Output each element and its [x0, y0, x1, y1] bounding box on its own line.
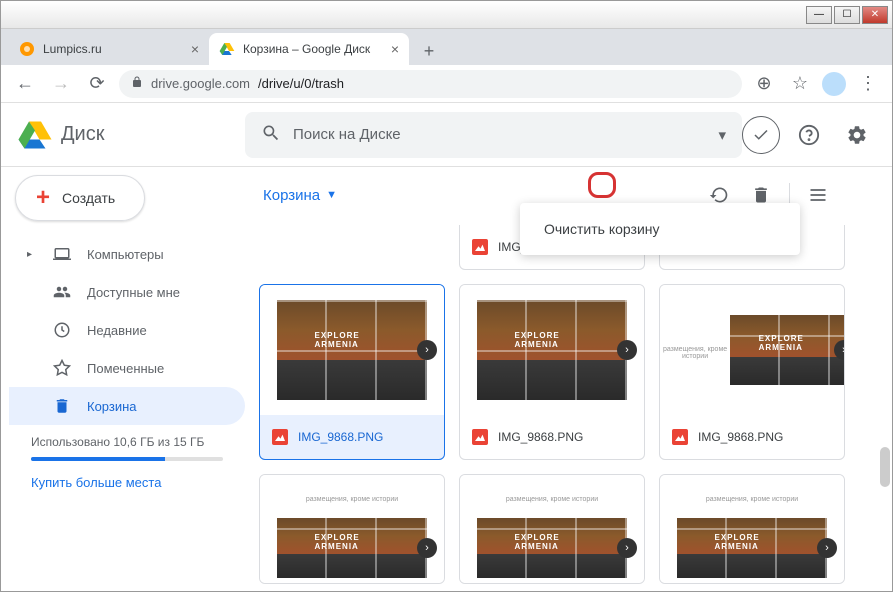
file-thumbnail: размещения, кроме истории EXPLORE ARMENI…	[460, 475, 644, 584]
info-icon[interactable]	[842, 177, 878, 213]
tab-bar: Lumpics.ru × Корзина – Google Диск × +	[1, 29, 892, 65]
window-titlebar: — ☐ ✕	[1, 1, 892, 29]
url-input[interactable]: drive.google.com/drive/u/0/trash	[119, 70, 742, 98]
list-view-icon[interactable]	[800, 177, 836, 213]
file-item[interactable]: размещения, кроме истории EXPLORE ARMENI…	[259, 474, 445, 584]
file-thumbnail: EXPLORE ARMENIA›	[460, 285, 644, 415]
computer-icon	[53, 245, 71, 263]
app-name: Диск	[61, 123, 104, 146]
sidebar: + Создать ▸ Компьютеры ▸ Доступные мне ▸…	[1, 167, 245, 591]
create-label: Создать	[62, 190, 115, 206]
nav-label: Доступные мне	[87, 285, 180, 300]
url-domain: drive.google.com	[151, 76, 250, 91]
file-item[interactable]: размещения, кроме истории EXPLORE ARMENI…	[659, 284, 845, 460]
minimize-button[interactable]: —	[806, 6, 832, 24]
scrollbar[interactable]	[880, 447, 890, 487]
close-icon[interactable]: ×	[391, 41, 399, 57]
main-content: Корзина ▼	[245, 167, 892, 591]
sidebar-item-recent[interactable]: ▸ Недавние	[9, 311, 245, 349]
window-close-button[interactable]: ✕	[862, 6, 888, 24]
plus-icon: +	[36, 184, 50, 212]
search-icon	[261, 123, 281, 147]
ready-icon[interactable]	[742, 116, 780, 154]
nav-label: Компьютеры	[87, 247, 164, 262]
storage-section: Использовано 10,6 ГБ из 15 ГБ Купить бол…	[9, 425, 245, 500]
file-name: IMG_9868.PNG	[698, 430, 783, 444]
trash-dropdown[interactable]: Корзина ▼	[259, 183, 347, 208]
file-grid: IMG_9868.PNG IMG_9868.PNG EXPLORE ARMEN	[259, 225, 878, 584]
drive-logo[interactable]: Диск	[17, 117, 245, 153]
image-icon	[272, 429, 288, 445]
file-item[interactable]: размещения, кроме истории EXPLORE ARMENI…	[459, 474, 645, 584]
tab-title: Корзина – Google Диск	[243, 42, 370, 56]
storage-bar	[31, 457, 223, 461]
file-item[interactable]: EXPLORE ARMENIA› IMG_9868.PNG	[259, 284, 445, 460]
new-tab-button[interactable]: +	[415, 37, 443, 65]
forward-button[interactable]: →	[47, 70, 75, 98]
chevron-down-icon: ▼	[326, 189, 337, 201]
sidebar-item-computers[interactable]: ▸ Компьютеры	[9, 235, 245, 273]
favicon-lumpics	[19, 41, 35, 57]
browser-window: — ☐ ✕ Lumpics.ru × Корзина – Google Диск…	[0, 0, 893, 592]
reload-button[interactable]: ⟳	[83, 70, 111, 98]
profile-avatar[interactable]	[822, 72, 846, 96]
file-thumbnail: EXPLORE ARMENIA›	[260, 285, 444, 415]
storage-text: Использовано 10,6 ГБ из 15 ГБ	[31, 435, 223, 449]
sidebar-item-shared[interactable]: ▸ Доступные мне	[9, 273, 245, 311]
back-button[interactable]: ←	[11, 70, 39, 98]
file-thumbnail: размещения, кроме истории EXPLORE ARMENI…	[660, 285, 844, 415]
buy-storage-link[interactable]: Купить больше места	[31, 475, 223, 490]
maximize-button[interactable]: ☐	[834, 6, 860, 24]
tab-drive[interactable]: Корзина – Google Диск ×	[209, 33, 409, 65]
address-bar: ← → ⟳ drive.google.com/drive/u/0/trash ⊕…	[1, 65, 892, 103]
favicon-drive	[219, 41, 235, 57]
trash-icon	[53, 397, 71, 415]
sidebar-item-starred[interactable]: ▸ Помеченные	[9, 349, 245, 387]
lock-icon	[131, 76, 143, 91]
help-icon[interactable]	[790, 116, 828, 154]
image-icon	[472, 239, 488, 255]
tab-lumpics[interactable]: Lumpics.ru ×	[9, 33, 209, 65]
star-icon	[53, 359, 71, 377]
nav-label: Корзина	[87, 399, 137, 414]
url-path: /drive/u/0/trash	[258, 76, 344, 91]
create-button[interactable]: + Создать	[15, 175, 145, 221]
file-thumbnail: размещения, кроме истории EXPLORE ARMENI…	[260, 475, 444, 584]
shared-icon	[53, 283, 71, 301]
file-item[interactable]: EXPLORE ARMENIA› IMG_9868.PNG	[459, 284, 645, 460]
trash-menu: Очистить корзину	[520, 203, 800, 255]
file-name: IMG_9868.PNG	[498, 430, 583, 444]
file-item[interactable]: размещения, кроме истории EXPLORE ARMENI…	[659, 474, 845, 584]
image-icon	[472, 429, 488, 445]
close-icon[interactable]: ×	[191, 41, 199, 57]
star-icon[interactable]: ☆	[786, 70, 814, 98]
gear-icon[interactable]	[838, 116, 876, 154]
zoom-icon[interactable]: ⊕	[750, 70, 778, 98]
file-thumbnail: размещения, кроме истории EXPLORE ARMENI…	[660, 475, 844, 584]
menu-icon[interactable]: ⋮	[854, 70, 882, 98]
search-placeholder: Поиск на Диске	[293, 126, 401, 143]
file-name: IMG_9868.PNG	[298, 430, 383, 444]
trash-label: Корзина	[263, 187, 320, 204]
caret-icon: ▸	[27, 249, 37, 260]
recent-icon	[53, 321, 71, 339]
tab-title: Lumpics.ru	[43, 42, 102, 56]
sidebar-item-trash[interactable]: ▸ Корзина	[9, 387, 245, 425]
nav-label: Помеченные	[87, 361, 164, 376]
nav-label: Недавние	[87, 323, 147, 338]
chevron-down-icon[interactable]: ▾	[718, 126, 726, 144]
search-input[interactable]: Поиск на Диске ▾	[245, 112, 742, 158]
empty-trash-item[interactable]: Очистить корзину	[520, 211, 800, 247]
app-header: Диск Поиск на Диске ▾	[1, 103, 892, 167]
image-icon	[672, 429, 688, 445]
